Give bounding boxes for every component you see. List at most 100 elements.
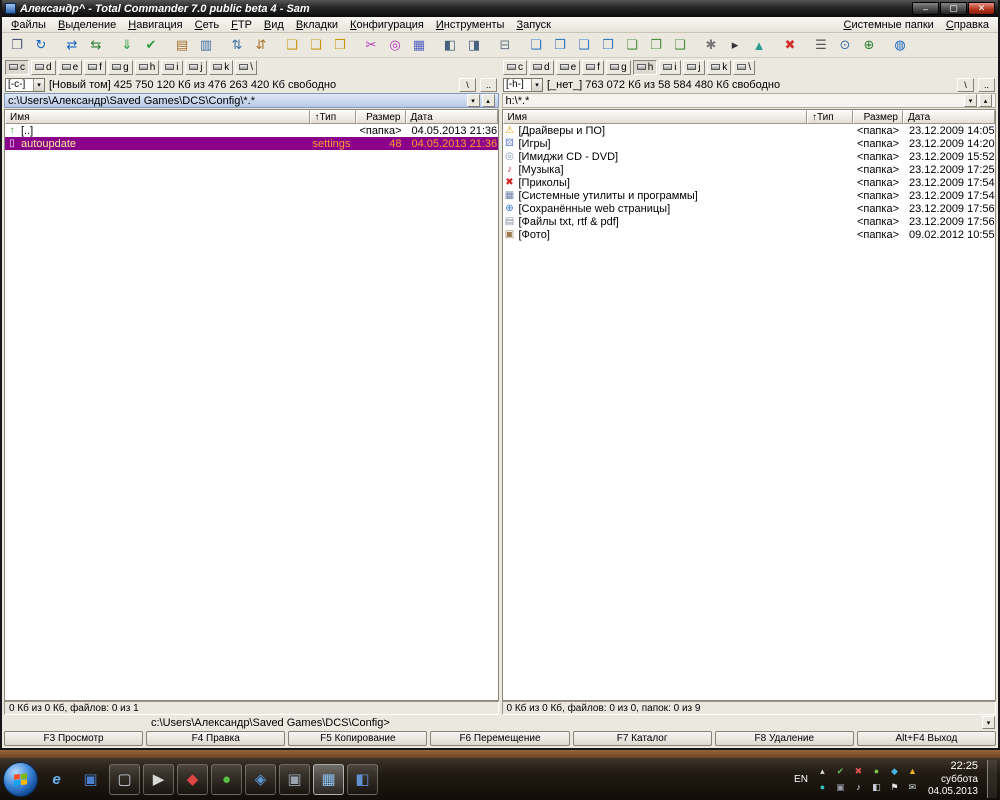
taskbar-clock[interactable]: 22:25 суббота 04.05.2013 <box>928 760 978 797</box>
menu-network[interactable]: Сеть <box>189 19 225 31</box>
brief-view-icon[interactable]: ◧ <box>438 35 462 56</box>
new-folder-icon[interactable]: ❏ <box>280 35 304 56</box>
menu-run[interactable]: Запуск <box>510 19 556 31</box>
file-row[interactable]: ▦ [Системные утилиты и программы] <папка… <box>503 189 996 202</box>
cut-icon[interactable]: ✂ <box>359 35 383 56</box>
left-path-bar[interactable]: c:\Users\Александр\Saved Games\DCS\Confi… <box>4 93 499 108</box>
network-icon[interactable]: ◧ <box>870 781 883 794</box>
show-desktop-button[interactable] <box>987 760 997 798</box>
drive-button-k[interactable]: k <box>209 59 234 75</box>
menu-view[interactable]: Вид <box>258 19 290 31</box>
word-icon[interactable]: ◈ <box>245 763 276 795</box>
media-player-icon[interactable]: ▶ <box>143 763 174 795</box>
menu-navigation[interactable]: Навигация <box>122 19 188 31</box>
parent-dir-button[interactable]: .. <box>480 77 497 92</box>
ftp-connect-icon[interactable]: ⇄ <box>60 35 84 56</box>
mail-icon[interactable]: ✉ <box>906 781 919 794</box>
f6-move-button[interactable]: F6 Перемещение <box>430 731 570 746</box>
download-icon[interactable]: ⇓ <box>115 35 139 56</box>
calculator-icon[interactable]: ▦ <box>407 35 431 56</box>
dir-history-icon[interactable]: ▾ <box>466 94 480 107</box>
delete-icon[interactable]: ✖ <box>778 35 802 56</box>
drive-button-d[interactable]: d <box>529 59 554 75</box>
blue-app-icon[interactable]: ◧ <box>347 763 378 795</box>
f8-delete-button[interactable]: F8 Удаление <box>714 731 854 746</box>
header-size[interactable]: Размер <box>355 110 406 124</box>
list-view-icon[interactable]: ▥ <box>194 35 218 56</box>
tools-icon[interactable]: ✱ <box>699 35 723 56</box>
file-row[interactable]: ♪ [Музыка] <папка> 23.12.2009 17:25 <box>503 163 996 176</box>
drive-button-i[interactable]: i <box>659 59 682 75</box>
command-line[interactable]: c:\Users\Александр\Saved Games\DCS\Confi… <box>2 715 998 730</box>
drive-button-root[interactable]: \ <box>235 59 258 75</box>
internet-explorer-icon[interactable]: e <box>41 764 72 795</box>
drive-button-e[interactable]: e <box>57 59 83 75</box>
menu-help[interactable]: Справка <box>940 19 995 31</box>
dir-history-icon[interactable]: ▾ <box>964 94 977 107</box>
menu-tools[interactable]: Инструменты <box>430 19 511 31</box>
drive-button-j[interactable]: j <box>683 59 706 75</box>
right-drive-combo[interactable]: [-h-] ▾ <box>503 77 543 92</box>
f4-edit-button[interactable]: F4 Правка <box>146 731 286 746</box>
messenger-icon[interactable]: ● <box>816 781 829 794</box>
header-name[interactable]: Имя <box>502 110 807 124</box>
alert-icon[interactable]: ✖ <box>852 765 865 778</box>
menu-selection[interactable]: Выделение <box>52 19 122 31</box>
drive-button-j[interactable]: j <box>185 59 208 75</box>
chart-icon[interactable]: ▲ <box>747 35 771 56</box>
file-row[interactable]: ▤ [Файлы txt, rtf & pdf] <папка> 23.12.2… <box>503 215 996 228</box>
drive-button-d[interactable]: d <box>31 59 56 75</box>
menu-ftp[interactable]: FTP <box>225 19 258 31</box>
ftp-disconnect-icon[interactable]: ⇆ <box>84 35 108 56</box>
drive-button-i[interactable]: i <box>161 59 184 75</box>
menu-files[interactable]: Файлы <box>5 19 52 31</box>
f7-mkdir-button[interactable]: F7 Каталог <box>572 731 712 746</box>
total-commander-taskbar-icon[interactable]: ▦ <box>313 763 344 795</box>
action-center-flag-icon[interactable]: ⚑ <box>888 781 901 794</box>
drive-button-g[interactable]: g <box>108 59 133 75</box>
folder-music-icon[interactable]: ❑ <box>572 35 596 56</box>
header-type[interactable]: ↑Тип <box>807 110 853 124</box>
drive-button-k[interactable]: k <box>707 59 732 75</box>
hidden-icons-chevron-icon[interactable]: ▴ <box>816 765 829 778</box>
file-row[interactable]: ⚄ [Игры] <папка> 23.12.2009 14:20 <box>503 137 996 150</box>
drive-button-h[interactable]: h <box>632 59 658 75</box>
full-view-icon[interactable]: ◨ <box>462 35 486 56</box>
maximize-button[interactable]: ▢ <box>940 2 967 15</box>
file-row-updir[interactable]: ↑ [..] <папка> 04.05.2013 21:36 <box>5 124 498 137</box>
f5-copy-button[interactable]: F5 Копирование <box>288 731 428 746</box>
drive-button-f[interactable]: f <box>582 59 605 75</box>
f3-view-button[interactable]: F3 Просмотр <box>4 731 144 746</box>
language-indicator[interactable]: EN <box>791 774 811 785</box>
drive-button-f[interactable]: f <box>84 59 107 75</box>
drive-button-e[interactable]: e <box>555 59 581 75</box>
file-row[interactable]: ▣ [Фото] <папка> 09.02.2012 10:55 <box>503 228 996 241</box>
folder-network-icon[interactable]: ❑ <box>668 35 692 56</box>
notes-icon[interactable]: ▤ <box>170 35 194 56</box>
header-type[interactable]: ↑Тип <box>309 110 356 124</box>
minimize-button[interactable]: – <box>912 2 939 15</box>
folder-documents-icon[interactable]: ❏ <box>524 35 548 56</box>
floppy-save-icon[interactable]: ▣ <box>75 764 106 795</box>
attributes-icon[interactable]: ❐ <box>5 35 29 56</box>
command-history-icon[interactable]: ▾ <box>982 716 995 729</box>
options-icon[interactable]: ☰ <box>809 35 833 56</box>
search-icon[interactable]: ◎ <box>383 35 407 56</box>
drive-button-g[interactable]: g <box>606 59 631 75</box>
sort-desc-icon[interactable]: ⇵ <box>249 35 273 56</box>
left-drive-combo[interactable]: [-c-] ▾ <box>5 77 45 92</box>
warning-tray-icon[interactable]: ▲ <box>906 765 919 778</box>
terminal-icon[interactable]: ▸ <box>723 35 747 56</box>
favorites-folder-icon[interactable]: ❑ <box>304 35 328 56</box>
chevron-down-icon[interactable]: ▾ <box>531 78 542 91</box>
folder-pictures-icon[interactable]: ❐ <box>548 35 572 56</box>
drive-button-c[interactable]: c <box>5 59 29 75</box>
drive-button-h[interactable]: h <box>134 59 160 75</box>
header-name[interactable]: Имя <box>5 110 310 124</box>
folder-video-icon[interactable]: ❒ <box>596 35 620 56</box>
header-date[interactable]: Дата <box>405 110 498 124</box>
folder-desktop-icon[interactable]: ❐ <box>644 35 668 56</box>
menu-configuration[interactable]: Конфигурация <box>344 19 430 31</box>
start-button[interactable] <box>3 761 38 797</box>
device-icon[interactable]: ▣ <box>834 781 847 794</box>
